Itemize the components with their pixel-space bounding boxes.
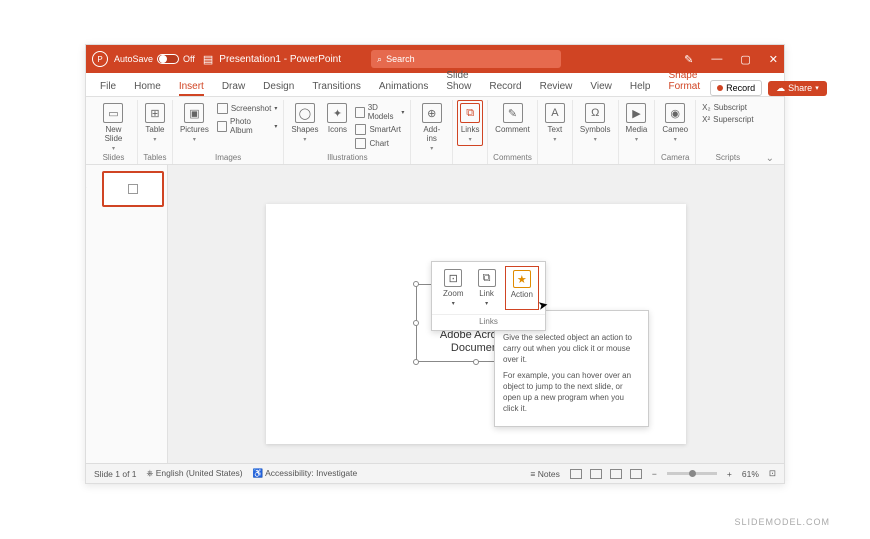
tab-file[interactable]: File (92, 78, 124, 96)
group-scripts: X₂Subscript X²Superscript Scripts (696, 100, 759, 164)
autosave-state: Off (183, 54, 195, 64)
notes-button[interactable]: ≡ Notes (530, 469, 560, 479)
group-tables: ⊞Table▾ Tables (138, 100, 173, 164)
links-button[interactable]: ⧉Links▾ (457, 100, 483, 146)
window-controls: ✎ — ▢ ✕ (684, 53, 778, 66)
symbols-button[interactable]: ΩSymbols▾ (577, 100, 614, 143)
search-placeholder: Search (386, 54, 415, 64)
document-title: Presentation1 - PowerPoint (219, 54, 341, 65)
photo-album-button[interactable]: Photo Album▾ (215, 116, 279, 136)
group-symbols: ΩSymbols▾ (573, 100, 619, 164)
edit-icon[interactable]: ✎ (684, 53, 693, 66)
tab-record[interactable]: Record (481, 78, 529, 96)
icons-button[interactable]: ✦Icons (324, 100, 350, 134)
view-buttons (570, 469, 642, 479)
tab-design[interactable]: Design (255, 78, 302, 96)
resize-handle[interactable] (413, 320, 419, 326)
action-menu-item[interactable]: ★Action (505, 266, 539, 310)
sorter-view-button[interactable] (590, 469, 602, 479)
pictures-button[interactable]: ▣Pictures▾ (177, 100, 212, 143)
superscript-button[interactable]: X²Superscript (700, 114, 755, 125)
tab-animations[interactable]: Animations (371, 78, 436, 96)
minimize-button[interactable]: — (711, 53, 722, 65)
chart-button[interactable]: Chart (353, 137, 406, 150)
group-links: ⧉Links▾ (453, 100, 488, 164)
save-icon[interactable]: ▤ (203, 53, 213, 66)
record-button[interactable]: Record (710, 80, 762, 96)
group-camera: ◉Cameo▾ Camera (655, 100, 696, 164)
resize-handle[interactable] (413, 281, 419, 287)
search-icon: ⌕ (377, 54, 382, 65)
group-illustrations: ◯Shapes▾ ✦Icons 3D Models▾ SmartArt Char… (284, 100, 411, 164)
tab-home[interactable]: Home (126, 78, 169, 96)
search-input[interactable]: ⌕ Search (371, 50, 561, 68)
tab-slideshow[interactable]: Slide Show (438, 67, 479, 96)
statusbar: Slide 1 of 1 ⎈ English (United States) ♿… (86, 463, 784, 483)
ribbon-tabs: File Home Insert Draw Design Transitions… (86, 73, 784, 97)
addins-button[interactable]: ⊕Add- ins▾ (415, 100, 448, 152)
tooltip-text-1: Give the selected object an action to ca… (503, 332, 640, 365)
tab-review[interactable]: Review (532, 78, 581, 96)
table-button[interactable]: ⊞Table▾ (142, 100, 168, 143)
maximize-button[interactable]: ▢ (740, 53, 750, 66)
cameo-button[interactable]: ◉Cameo▾ (659, 100, 691, 143)
tab-insert[interactable]: Insert (171, 78, 212, 96)
screenshot-button[interactable]: Screenshot▾ (215, 102, 279, 115)
group-slides: ▭New Slide▾ Slides (90, 100, 138, 164)
powerpoint-window: P AutoSave Off ▤ Presentation1 - PowerPo… (85, 44, 785, 484)
zoom-level[interactable]: 61% (742, 469, 759, 479)
comment-button[interactable]: ✎Comment (492, 100, 533, 134)
tab-help[interactable]: Help (622, 78, 659, 96)
tab-shape-format[interactable]: Shape Format (660, 67, 708, 96)
tab-transitions[interactable]: Transitions (304, 78, 369, 96)
slide-count[interactable]: Slide 1 of 1 (94, 469, 137, 479)
smartart-button[interactable]: SmartArt (353, 123, 406, 136)
group-media: ▶Media▾ (619, 100, 656, 164)
shapes-button[interactable]: ◯Shapes▾ (288, 100, 321, 143)
link-menu-item[interactable]: ⧉Link▾ (473, 266, 501, 310)
media-button[interactable]: ▶Media▾ (623, 100, 651, 143)
links-dropdown: ⊡Zoom▾ ⧉Link▾ ★Action Links (431, 261, 546, 331)
close-button[interactable]: ✕ (769, 53, 778, 66)
autosave-toggle[interactable]: AutoSave Off (114, 54, 195, 64)
group-comments: ✎Comment Comments (488, 100, 538, 164)
ribbon-collapse-button[interactable]: ⌄ (760, 153, 780, 164)
workspace: 1 PDF (86, 165, 784, 463)
thumb-mini-icon (128, 184, 138, 194)
share-button[interactable]: ☁Share▾ (768, 81, 827, 96)
thumbnail-pane[interactable]: 1 (86, 165, 168, 463)
watermark: SLIDEMODEL.COM (734, 517, 830, 527)
tab-view[interactable]: View (582, 78, 620, 96)
zoom-in-button[interactable]: + (727, 469, 732, 479)
zoom-menu-item[interactable]: ⊡Zoom▾ (438, 266, 468, 310)
group-addins: ⊕Add- ins▾ (411, 100, 453, 164)
3dmodels-button[interactable]: 3D Models▾ (353, 102, 406, 122)
autosave-label: AutoSave (114, 54, 153, 64)
tooltip-text-2: For example, you can hover over an objec… (503, 370, 640, 414)
zoom-out-button[interactable]: − (652, 469, 657, 479)
resize-handle[interactable] (413, 359, 419, 365)
accessibility-indicator[interactable]: ♿ Accessibility: Investigate (253, 468, 358, 479)
normal-view-button[interactable] (570, 469, 582, 479)
tab-draw[interactable]: Draw (214, 78, 253, 96)
reading-view-button[interactable] (610, 469, 622, 479)
cursor-icon: ➤ (537, 297, 549, 313)
resize-handle[interactable] (473, 359, 479, 365)
fit-button[interactable]: ⊡ (769, 468, 776, 479)
text-button[interactable]: AText▾ (542, 100, 568, 143)
slideshow-view-button[interactable] (630, 469, 642, 479)
toggle-switch[interactable] (157, 54, 179, 64)
language-indicator[interactable]: ⎈ English (United States) (147, 468, 243, 479)
app-icon: P (92, 51, 108, 67)
group-images: ▣Pictures▾ Screenshot▾ Photo Album▾ Imag… (173, 100, 284, 164)
new-slide-button[interactable]: ▭New Slide▾ (94, 100, 133, 152)
subscript-button[interactable]: X₂Subscript (700, 102, 755, 113)
ribbon: ▭New Slide▾ Slides ⊞Table▾ Tables ▣Pictu… (86, 97, 784, 165)
group-text: AText▾ (538, 100, 573, 164)
zoom-slider[interactable] (667, 472, 717, 475)
dropdown-group-label: Links (432, 314, 545, 330)
slide-thumbnail-1[interactable] (102, 171, 164, 207)
